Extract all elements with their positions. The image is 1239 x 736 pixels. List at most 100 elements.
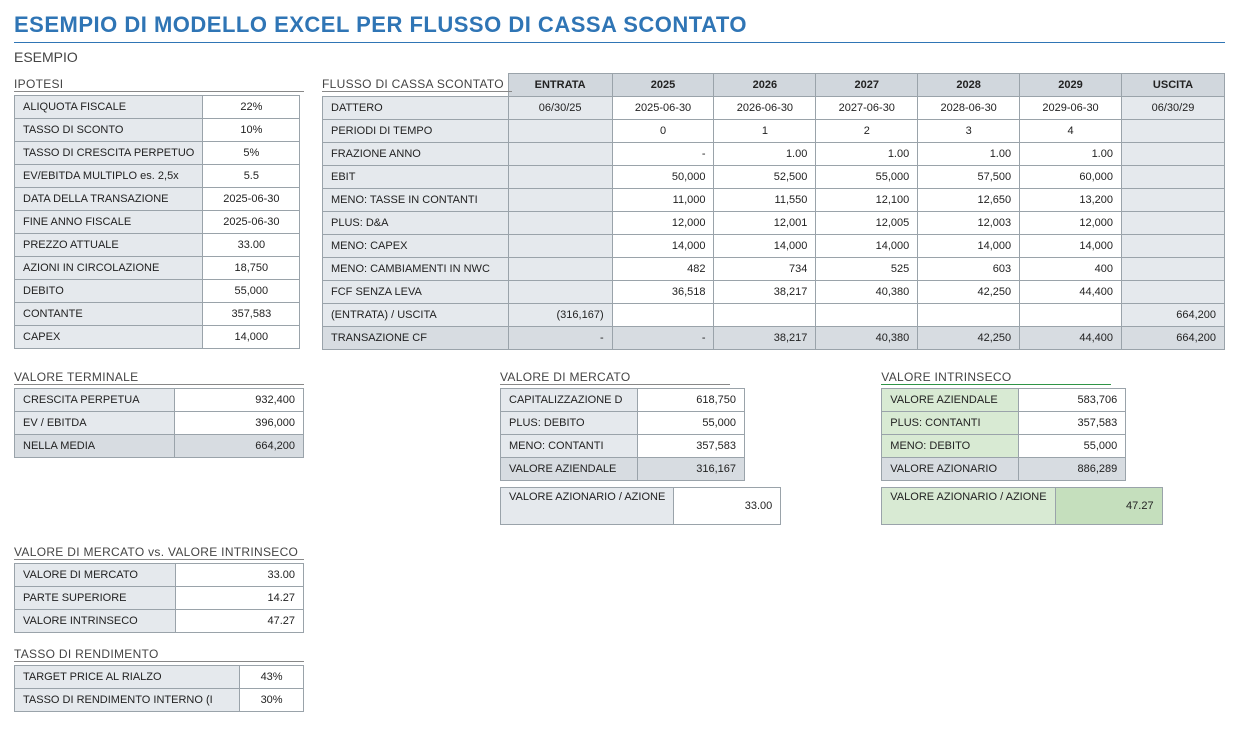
dcf-header: 2025	[612, 74, 714, 97]
dcf-row-label: FCF SENZA LEVA	[323, 281, 509, 304]
dcf-cell: 603	[918, 258, 1020, 281]
dcf-cell	[508, 166, 612, 189]
row-value: 33.00	[175, 564, 303, 587]
row-value: 43%	[240, 666, 304, 689]
ipotesi-value: 55,000	[203, 280, 300, 303]
row-label: VALORE AZIENDALE	[501, 458, 638, 481]
mercato-footer-value: 33.00	[674, 488, 781, 525]
dcf-cell	[508, 212, 612, 235]
intrinseco-footer-value: 47.27	[1055, 488, 1162, 525]
dcf-cell: 40,380	[816, 327, 918, 350]
ipotesi-label: FINE ANNO FISCALE	[15, 211, 203, 234]
dcf-cell: 14,000	[816, 235, 918, 258]
dcf-cell: 06/30/25	[508, 97, 612, 120]
dcf-cell	[1121, 258, 1224, 281]
dcf-cell	[612, 304, 714, 327]
dcf-cell: 57,500	[918, 166, 1020, 189]
dcf-cell: 734	[714, 258, 816, 281]
dcf-cell: 12,000	[612, 212, 714, 235]
dcf-row-label: EBIT	[323, 166, 509, 189]
dcf-cell: 1.00	[1020, 143, 1122, 166]
dcf-row-label: MENO: TASSE IN CONTANTI	[323, 189, 509, 212]
dcf-cell	[714, 304, 816, 327]
dcf-cell	[918, 304, 1020, 327]
row-label: CRESCITA PERPETUA	[15, 389, 175, 412]
ipotesi-value: 5%	[203, 142, 300, 165]
ipotesi-value: 10%	[203, 119, 300, 142]
dcf-cell: -	[612, 327, 714, 350]
tasso-rendimento-block: TASSO DI RENDIMENTO TARGET PRICE AL RIAL…	[14, 647, 304, 712]
tasso-rendimento-table: TARGET PRICE AL RIALZO43%TASSO DI RENDIM…	[14, 665, 304, 712]
ipotesi-block: IPOTESI ALIQUOTA FISCALE22%TASSO DI SCON…	[14, 71, 304, 349]
row-label: VALORE AZIENDALE	[882, 389, 1019, 412]
dcf-header: USCITA	[1121, 74, 1224, 97]
row-label: TASSO DI RENDIMENTO INTERNO (I	[15, 689, 240, 712]
dcf-cell: 13,200	[1020, 189, 1122, 212]
dcf-cell: 12,001	[714, 212, 816, 235]
dcf-row-label: PERIODI DI TEMPO	[323, 120, 509, 143]
ipotesi-label: EV/EBITDA MULTIPLO es. 2,5x	[15, 165, 203, 188]
dcf-cell: 50,000	[612, 166, 714, 189]
dcf-row-label: (ENTRATA) / USCITA	[323, 304, 509, 327]
dcf-cell	[508, 281, 612, 304]
dcf-header: 2027	[816, 74, 918, 97]
dcf-row-label: PLUS: D&A	[323, 212, 509, 235]
ipotesi-label: CAPEX	[15, 326, 203, 349]
dcf-cell: 36,518	[612, 281, 714, 304]
dcf-cell: 482	[612, 258, 714, 281]
row-value: 618,750	[638, 389, 745, 412]
row-value: 55,000	[638, 412, 745, 435]
dcf-cell: 0	[612, 120, 714, 143]
valore-mercato-table: CAPITALIZZAZIONE D618,750PLUS: DEBITO55,…	[500, 388, 745, 481]
row-value: 664,200	[175, 435, 304, 458]
ipotesi-table: ALIQUOTA FISCALE22%TASSO DI SCONTO10%TAS…	[14, 95, 300, 349]
valore-mercato-footer: VALORE AZIONARIO / AZIONE 33.00	[500, 487, 781, 525]
row-label: TARGET PRICE AL RIALZO	[15, 666, 240, 689]
ipotesi-label: CONTANTE	[15, 303, 203, 326]
section-heading-mvi: VALORE DI MERCATO vs. VALORE INTRINSECO	[14, 545, 304, 560]
section-heading-intrinseco: VALORE INTRINSECO	[881, 370, 1111, 385]
dcf-cell: 2026-06-30	[714, 97, 816, 120]
dcf-cell: 06/30/29	[1121, 97, 1224, 120]
page-subtitle: ESEMPIO	[14, 49, 1225, 65]
valore-intrinseco-block: VALORE INTRINSECO VALORE AZIENDALE583,70…	[881, 364, 1162, 525]
row-label: PLUS: DEBITO	[501, 412, 638, 435]
dcf-cell: 2029-06-30	[1020, 97, 1122, 120]
dcf-row-label: MENO: CAPEX	[323, 235, 509, 258]
dcf-cell: 525	[816, 258, 918, 281]
dcf-cell: 42,250	[918, 281, 1020, 304]
row-label: EV / EBITDA	[15, 412, 175, 435]
dcf-cell: 52,500	[714, 166, 816, 189]
ipotesi-value: 33.00	[203, 234, 300, 257]
row-label: PLUS: CONTANTI	[882, 412, 1019, 435]
row-value: 30%	[240, 689, 304, 712]
dcf-cell: 42,250	[918, 327, 1020, 350]
dcf-cell: 12,005	[816, 212, 918, 235]
ipotesi-value: 18,750	[203, 257, 300, 280]
row-label: VALORE AZIONARIO	[882, 458, 1019, 481]
valore-intrinseco-footer: VALORE AZIONARIO / AZIONE 47.27	[881, 487, 1162, 525]
intrinseco-footer-label: VALORE AZIONARIO / AZIONE	[882, 488, 1055, 525]
dcf-cell: 1.00	[714, 143, 816, 166]
dcf-cell: 12,000	[1020, 212, 1122, 235]
dcf-cell: 4	[1020, 120, 1122, 143]
dcf-cell	[508, 189, 612, 212]
dcf-cell: -	[508, 327, 612, 350]
row-label: PARTE SUPERIORE	[15, 587, 176, 610]
dcf-table: ENTRATA20252026202720282029USCITADATTERO…	[322, 73, 1225, 350]
ipotesi-value: 2025-06-30	[203, 211, 300, 234]
dcf-header: 2029	[1020, 74, 1122, 97]
dcf-header: 2028	[918, 74, 1020, 97]
dcf-cell: 3	[918, 120, 1020, 143]
dcf-cell: 1	[714, 120, 816, 143]
row-label: NELLA MEDIA	[15, 435, 175, 458]
dcf-block: FLUSSO DI CASSA SCONTATO ENTRATA20252026…	[322, 71, 1225, 350]
dcf-cell: 14,000	[612, 235, 714, 258]
dcf-cell	[508, 120, 612, 143]
ipotesi-value: 357,583	[203, 303, 300, 326]
row-value: 396,000	[175, 412, 304, 435]
dcf-cell: (316,167)	[508, 304, 612, 327]
dcf-cell: 664,200	[1121, 304, 1224, 327]
mercato-vs-intrinseco-block: VALORE DI MERCATO vs. VALORE INTRINSECO …	[14, 545, 304, 633]
dcf-cell	[1121, 281, 1224, 304]
